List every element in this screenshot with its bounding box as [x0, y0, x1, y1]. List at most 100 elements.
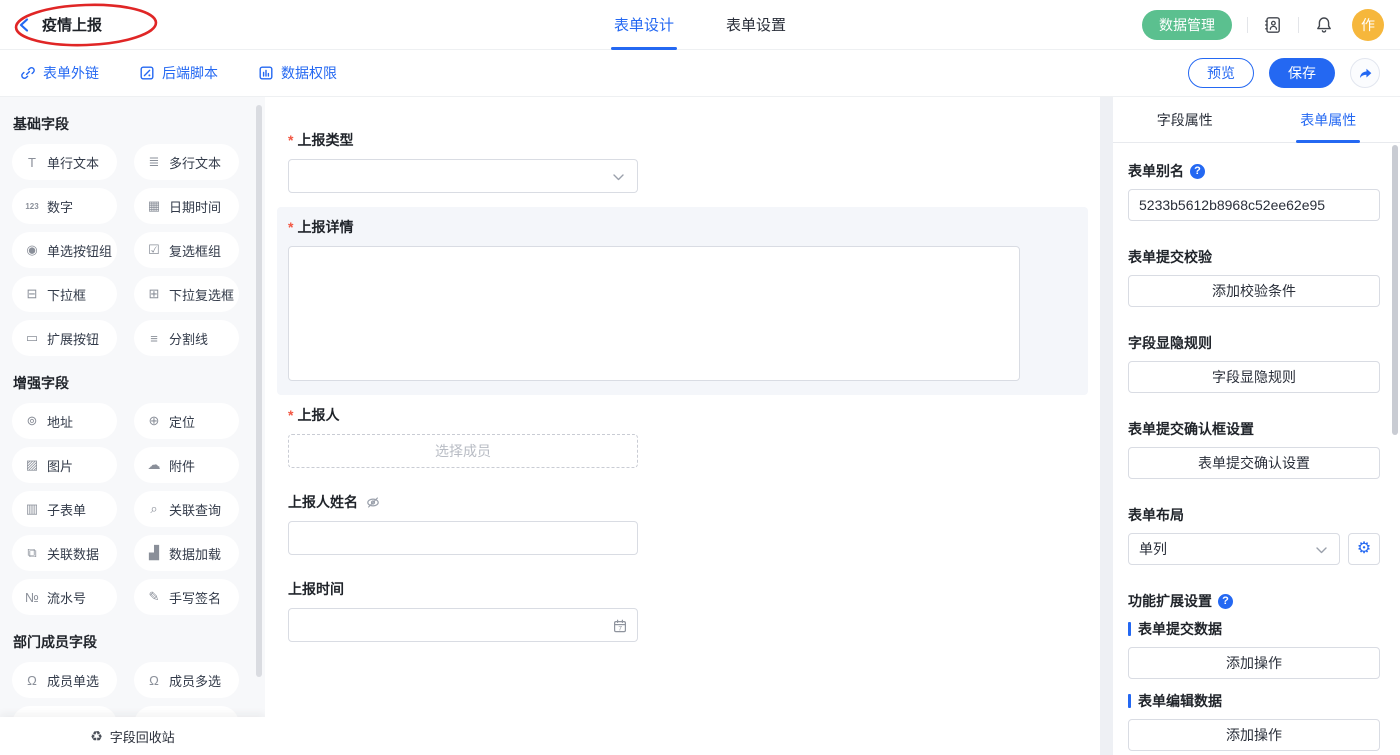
add-validation-button[interactable]: 添加校验条件 [1128, 275, 1380, 307]
field-label: * 上报详情 [288, 217, 1077, 237]
field-label-text: 上报详情 [297, 217, 353, 237]
field-item-attachment[interactable]: ☁附件 [134, 447, 239, 483]
group-accent-bar [1128, 694, 1131, 708]
script-icon [139, 65, 155, 81]
field-item-member-multi[interactable]: Ω成员多选 [134, 662, 239, 698]
field-item-multi-line-text[interactable]: ≣ 多行文本 [134, 144, 239, 180]
tab-form-settings[interactable]: 表单设置 [723, 0, 789, 50]
share-button[interactable] [1350, 58, 1380, 88]
linked-data-icon: ⧉ [24, 545, 40, 561]
section-title-member-fields: 部门成员字段 [13, 632, 265, 652]
help-icon[interactable]: ? [1218, 594, 1233, 609]
field-item-dropdown[interactable]: ⊟下拉框 [12, 276, 117, 312]
divider [1247, 17, 1248, 33]
canvas-panel-gap [1100, 97, 1113, 755]
field-item-label: 附件 [169, 456, 195, 475]
report-time-date-input[interactable]: 7 [288, 608, 638, 642]
form-alias-label: 表单别名 ? [1128, 161, 1380, 181]
data-manage-button[interactable]: 数据管理 [1142, 10, 1232, 40]
field-visibility-label: 字段显隐规则 [1128, 333, 1380, 353]
field-item-label: 地址 [47, 412, 73, 431]
gear-icon: ⚙ [1357, 541, 1371, 557]
form-layout-label: 表单布局 [1128, 505, 1380, 525]
external-link-button[interactable]: 表单外链 [20, 63, 99, 83]
field-item-related-query[interactable]: ⌕关联查询 [134, 491, 239, 527]
field-label: * 上报类型 [288, 130, 1077, 150]
field-item-divider-line[interactable]: ≡分割线 [134, 320, 239, 356]
tab-form-design[interactable]: 表单设计 [611, 0, 677, 50]
field-item-locate[interactable]: ⊕定位 [134, 403, 239, 439]
hidden-field-eye-off-icon [366, 496, 380, 509]
add-edit-action-button[interactable]: 添加操作 [1128, 719, 1380, 751]
field-item-image[interactable]: ▨图片 [12, 447, 117, 483]
field-item-subform[interactable]: ▥子表单 [12, 491, 117, 527]
main-tabs: 表单设计 表单设置 [611, 0, 789, 50]
field-item-data-load[interactable]: ▟数据加载 [134, 535, 239, 571]
field-item-label: 手写签名 [169, 588, 221, 607]
field-recycle-bin[interactable]: ♻ 字段回收站 [0, 717, 265, 755]
field-item-radio-group[interactable]: ◉单选按钮组 [12, 232, 117, 268]
field-item-number[interactable]: 123数字 [12, 188, 117, 224]
member-picker-button[interactable]: 选择成员 [288, 434, 638, 468]
field-item-member-single[interactable]: Ω成员单选 [12, 662, 117, 698]
field-item-signature[interactable]: ✎手写签名 [134, 579, 239, 615]
extension-settings-label-text: 功能扩展设置 [1128, 591, 1212, 611]
group-accent-bar [1128, 622, 1131, 636]
add-submit-action-button[interactable]: 添加操作 [1128, 647, 1380, 679]
svg-text:7: 7 [618, 625, 622, 632]
data-permission-button[interactable]: 数据权限 [258, 63, 337, 83]
toolbar-link-label: 表单外链 [43, 63, 99, 83]
notification-bell-icon[interactable] [1314, 15, 1334, 35]
required-mark: * [288, 405, 293, 425]
report-detail-textarea[interactable] [288, 246, 1020, 381]
field-row-report-type[interactable]: * 上报类型 [277, 120, 1088, 207]
field-item-single-line-text[interactable]: T单行文本 [12, 144, 117, 180]
submit-data-group-label: 表单提交数据 [1128, 619, 1380, 639]
field-item-label: 下拉复选框 [169, 285, 234, 304]
bar-chart-icon: ▟ [146, 545, 162, 561]
help-icon[interactable]: ? [1190, 164, 1205, 179]
sidebar-scrollbar[interactable] [256, 105, 262, 677]
avatar[interactable]: 作 [1352, 9, 1384, 41]
backend-script-button[interactable]: 后端脚本 [139, 63, 218, 83]
field-item-serial-number[interactable]: №流水号 [12, 579, 117, 615]
form-alias-label-text: 表单别名 [1128, 161, 1184, 181]
save-button[interactable]: 保存 [1269, 58, 1335, 88]
field-item-extend-button[interactable]: ▭扩展按钮 [12, 320, 117, 356]
field-row-report-time[interactable]: 上报时间 7 [277, 569, 1088, 656]
field-row-reporter[interactable]: * 上报人 选择成员 [277, 395, 1088, 482]
field-item-checkbox-group[interactable]: ☑复选框组 [134, 232, 239, 268]
panel-scrollbar[interactable] [1392, 145, 1398, 435]
field-item-multi-dropdown[interactable]: ⊞ 下拉复选框 [134, 276, 239, 312]
field-library-sidebar: 基础字段 T单行文本 ≣ 多行文本 123数字 ▦日期时间 ◉单选按钮组 ☑复选框… [0, 97, 265, 755]
multi-line-text-icon: ≣ [146, 154, 162, 170]
toolbar-link-label: 后端脚本 [162, 63, 218, 83]
multi-dropdown-icon: ⊞ [146, 286, 162, 302]
recycle-icon: ♻ [90, 728, 103, 745]
share-arrow-icon [1357, 65, 1374, 82]
tab-form-properties[interactable]: 表单属性 [1257, 97, 1400, 142]
field-item-label: 多行文本 [169, 153, 221, 172]
layout-settings-button[interactable]: ⚙ [1348, 533, 1380, 565]
field-row-reporter-name[interactable]: 上报人姓名 [277, 482, 1088, 569]
field-item-related-data[interactable]: ⧉ 关联数据 [12, 535, 117, 571]
reporter-name-input[interactable] [288, 521, 638, 555]
layout-select[interactable]: 单列 [1128, 533, 1340, 565]
field-item-label: 关联数据 [47, 544, 99, 563]
preview-button[interactable]: 预览 [1188, 58, 1254, 88]
form-alias-input[interactable] [1128, 189, 1380, 221]
field-item-datetime[interactable]: ▦日期时间 [134, 188, 239, 224]
report-type-select[interactable] [288, 159, 638, 193]
field-row-report-detail[interactable]: * 上报详情 [277, 207, 1088, 395]
section-title-basic-fields: 基础字段 [13, 114, 265, 134]
field-item-address[interactable]: ⊚地址 [12, 403, 117, 439]
back-button[interactable] [16, 16, 34, 34]
contacts-book-icon[interactable] [1263, 15, 1283, 35]
form-title: 疫情上报 [42, 14, 102, 35]
field-visibility-button[interactable]: 字段显隐规则 [1128, 361, 1380, 393]
required-mark: * [288, 130, 293, 150]
submit-confirm-button[interactable]: 表单提交确认设置 [1128, 447, 1380, 479]
topbar-actions: 数据管理 作 [1142, 9, 1384, 41]
properties-panel: 字段属性 表单属性 表单别名 ? 表单提交校验 添加校验条件 字段显隐规则 字段… [1113, 97, 1400, 755]
tab-field-properties[interactable]: 字段属性 [1113, 97, 1257, 142]
